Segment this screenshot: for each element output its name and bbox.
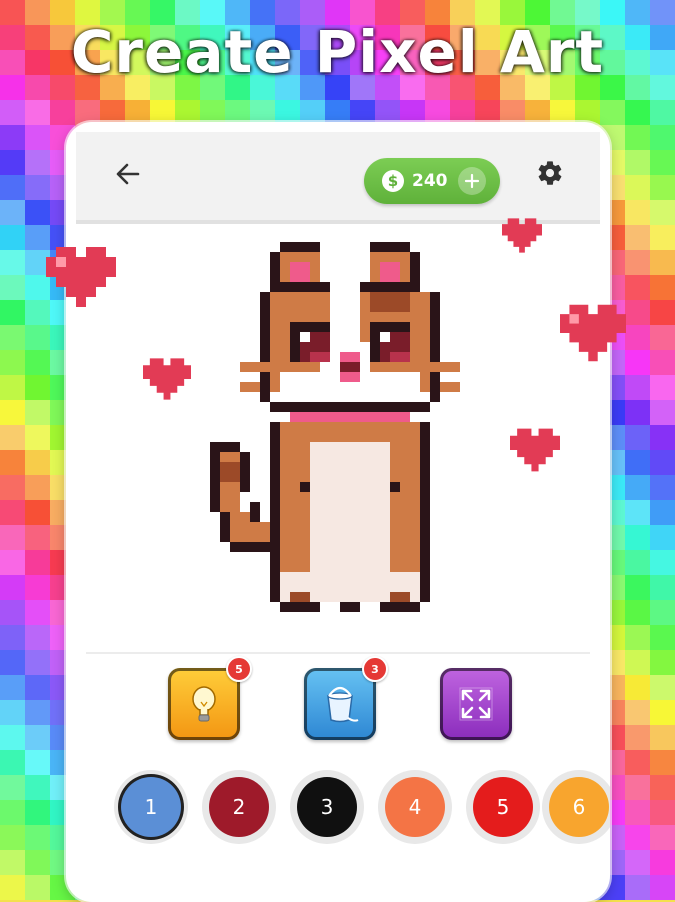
cat-pixel [250, 502, 260, 522]
cat-pixel [300, 482, 310, 492]
bucket-fill-button[interactable]: 3 [304, 656, 388, 740]
swatch-number: 1 [121, 777, 181, 837]
cat-pixel [390, 592, 410, 602]
swatch-number: 5 [473, 777, 533, 837]
arrow-left-icon [116, 163, 140, 185]
swatch-number: 6 [549, 777, 609, 837]
cat-pixel [280, 602, 320, 612]
headline: Create Pixel Art [70, 18, 605, 86]
coin-balance[interactable]: $ 240 [364, 158, 500, 204]
cat-pixel [310, 352, 330, 362]
heart-icon [143, 358, 191, 400]
swatch-number: 3 [297, 777, 357, 837]
cat-pixel [300, 332, 310, 342]
palette-color-6[interactable]: 6 [542, 770, 610, 844]
cat-pixel [230, 512, 250, 542]
cat-pixel [340, 352, 360, 362]
fit-screen-button[interactable] [440, 668, 512, 740]
cat-pixel [280, 242, 320, 252]
coin-count: 240 [412, 171, 448, 191]
gear-icon [538, 161, 562, 185]
cat-pixel [380, 602, 420, 612]
cat-pixel [270, 422, 280, 602]
expand-arrows-icon [459, 687, 493, 721]
pixel-cat-artwork[interactable] [180, 238, 520, 646]
palette-color-2[interactable]: 2 [202, 770, 276, 844]
palette-color-3[interactable]: 3 [290, 770, 364, 844]
cat-pixel [370, 292, 410, 312]
swatch-number: 2 [209, 777, 269, 837]
cat-pixel [330, 282, 360, 342]
paint-bucket-icon [327, 686, 359, 723]
back-button[interactable] [112, 158, 144, 190]
cat-pixel [340, 372, 360, 382]
heart-icon [46, 247, 116, 307]
cat-pixel [270, 552, 280, 562]
cat-pixel [380, 332, 390, 342]
heart-icon [560, 304, 626, 362]
add-coins-button[interactable] [457, 167, 486, 195]
cat-pixel [210, 452, 220, 512]
cat-pixel [230, 542, 270, 552]
swatch-number: 4 [385, 777, 445, 837]
plus-icon [464, 173, 479, 189]
heart-icon [502, 218, 542, 253]
cat-pixel [240, 452, 250, 492]
top-bar: $ 240 [76, 132, 600, 224]
divider [86, 652, 590, 654]
cat-pixel [440, 382, 460, 392]
color-palette: 1 2 3 4 5 6 [66, 762, 610, 846]
cat-pixel [370, 372, 420, 402]
hint-count-badge: 5 [226, 656, 252, 682]
cat-pixel [280, 372, 330, 402]
cat-pixel [370, 242, 410, 252]
cat-pixel [240, 382, 260, 392]
cat-pixel [260, 292, 270, 402]
hint-button[interactable]: 5 [168, 656, 252, 740]
cat-pixel [240, 362, 270, 372]
palette-color-5[interactable]: 5 [466, 770, 540, 844]
cat-pixel [390, 482, 400, 492]
cat-pixel [210, 442, 240, 452]
cat-pixel [250, 522, 270, 542]
bucket-count-badge: 3 [362, 656, 388, 682]
cat-pixel [390, 352, 410, 362]
cat-pixel [220, 462, 240, 482]
cat-pixel [290, 592, 310, 602]
cat-pixel [270, 402, 430, 412]
cat-pixel [220, 512, 230, 542]
palette-color-4[interactable]: 4 [378, 770, 452, 844]
cat-pixel [430, 292, 440, 402]
dollar-coin-icon: $ [382, 170, 404, 192]
settings-button[interactable] [534, 157, 566, 189]
cat-pixel [340, 602, 360, 612]
cat-pixel [290, 412, 410, 422]
lightbulb-icon [192, 686, 216, 722]
cat-pixel [420, 422, 430, 602]
cat-pixel [430, 362, 460, 372]
cat-pixel [310, 442, 390, 602]
palette-color-1[interactable]: 1 [114, 770, 188, 844]
heart-icon [510, 428, 560, 472]
